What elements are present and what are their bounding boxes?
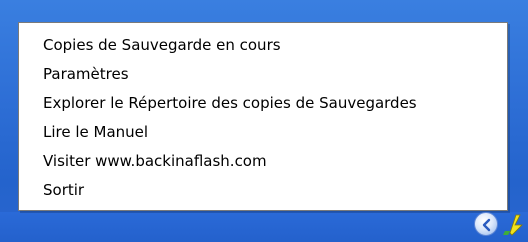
taskbar xyxy=(0,212,528,242)
menu-item-sortir[interactable]: Sortir xyxy=(19,176,507,205)
menu-item-lire-manuel[interactable]: Lire le Manuel xyxy=(19,118,507,147)
flash-icon xyxy=(503,214,523,236)
backinaflash-tray-icon[interactable] xyxy=(502,211,528,237)
menu-item-visiter-site[interactable]: Visiter www.backinaflash.com xyxy=(19,147,507,176)
tray-context-menu: Copies de Sauvegarde en cours Paramètres… xyxy=(18,22,508,211)
menu-item-copies-en-cours[interactable]: Copies de Sauvegarde en cours xyxy=(19,31,507,60)
chevron-left-glyph xyxy=(482,218,491,232)
menu-item-explorer-repertoire[interactable]: Explorer le Répertoire des copies de Sau… xyxy=(19,89,507,118)
chevron-left-icon[interactable] xyxy=(474,212,498,236)
menu-item-parametres[interactable]: Paramètres xyxy=(19,60,507,89)
